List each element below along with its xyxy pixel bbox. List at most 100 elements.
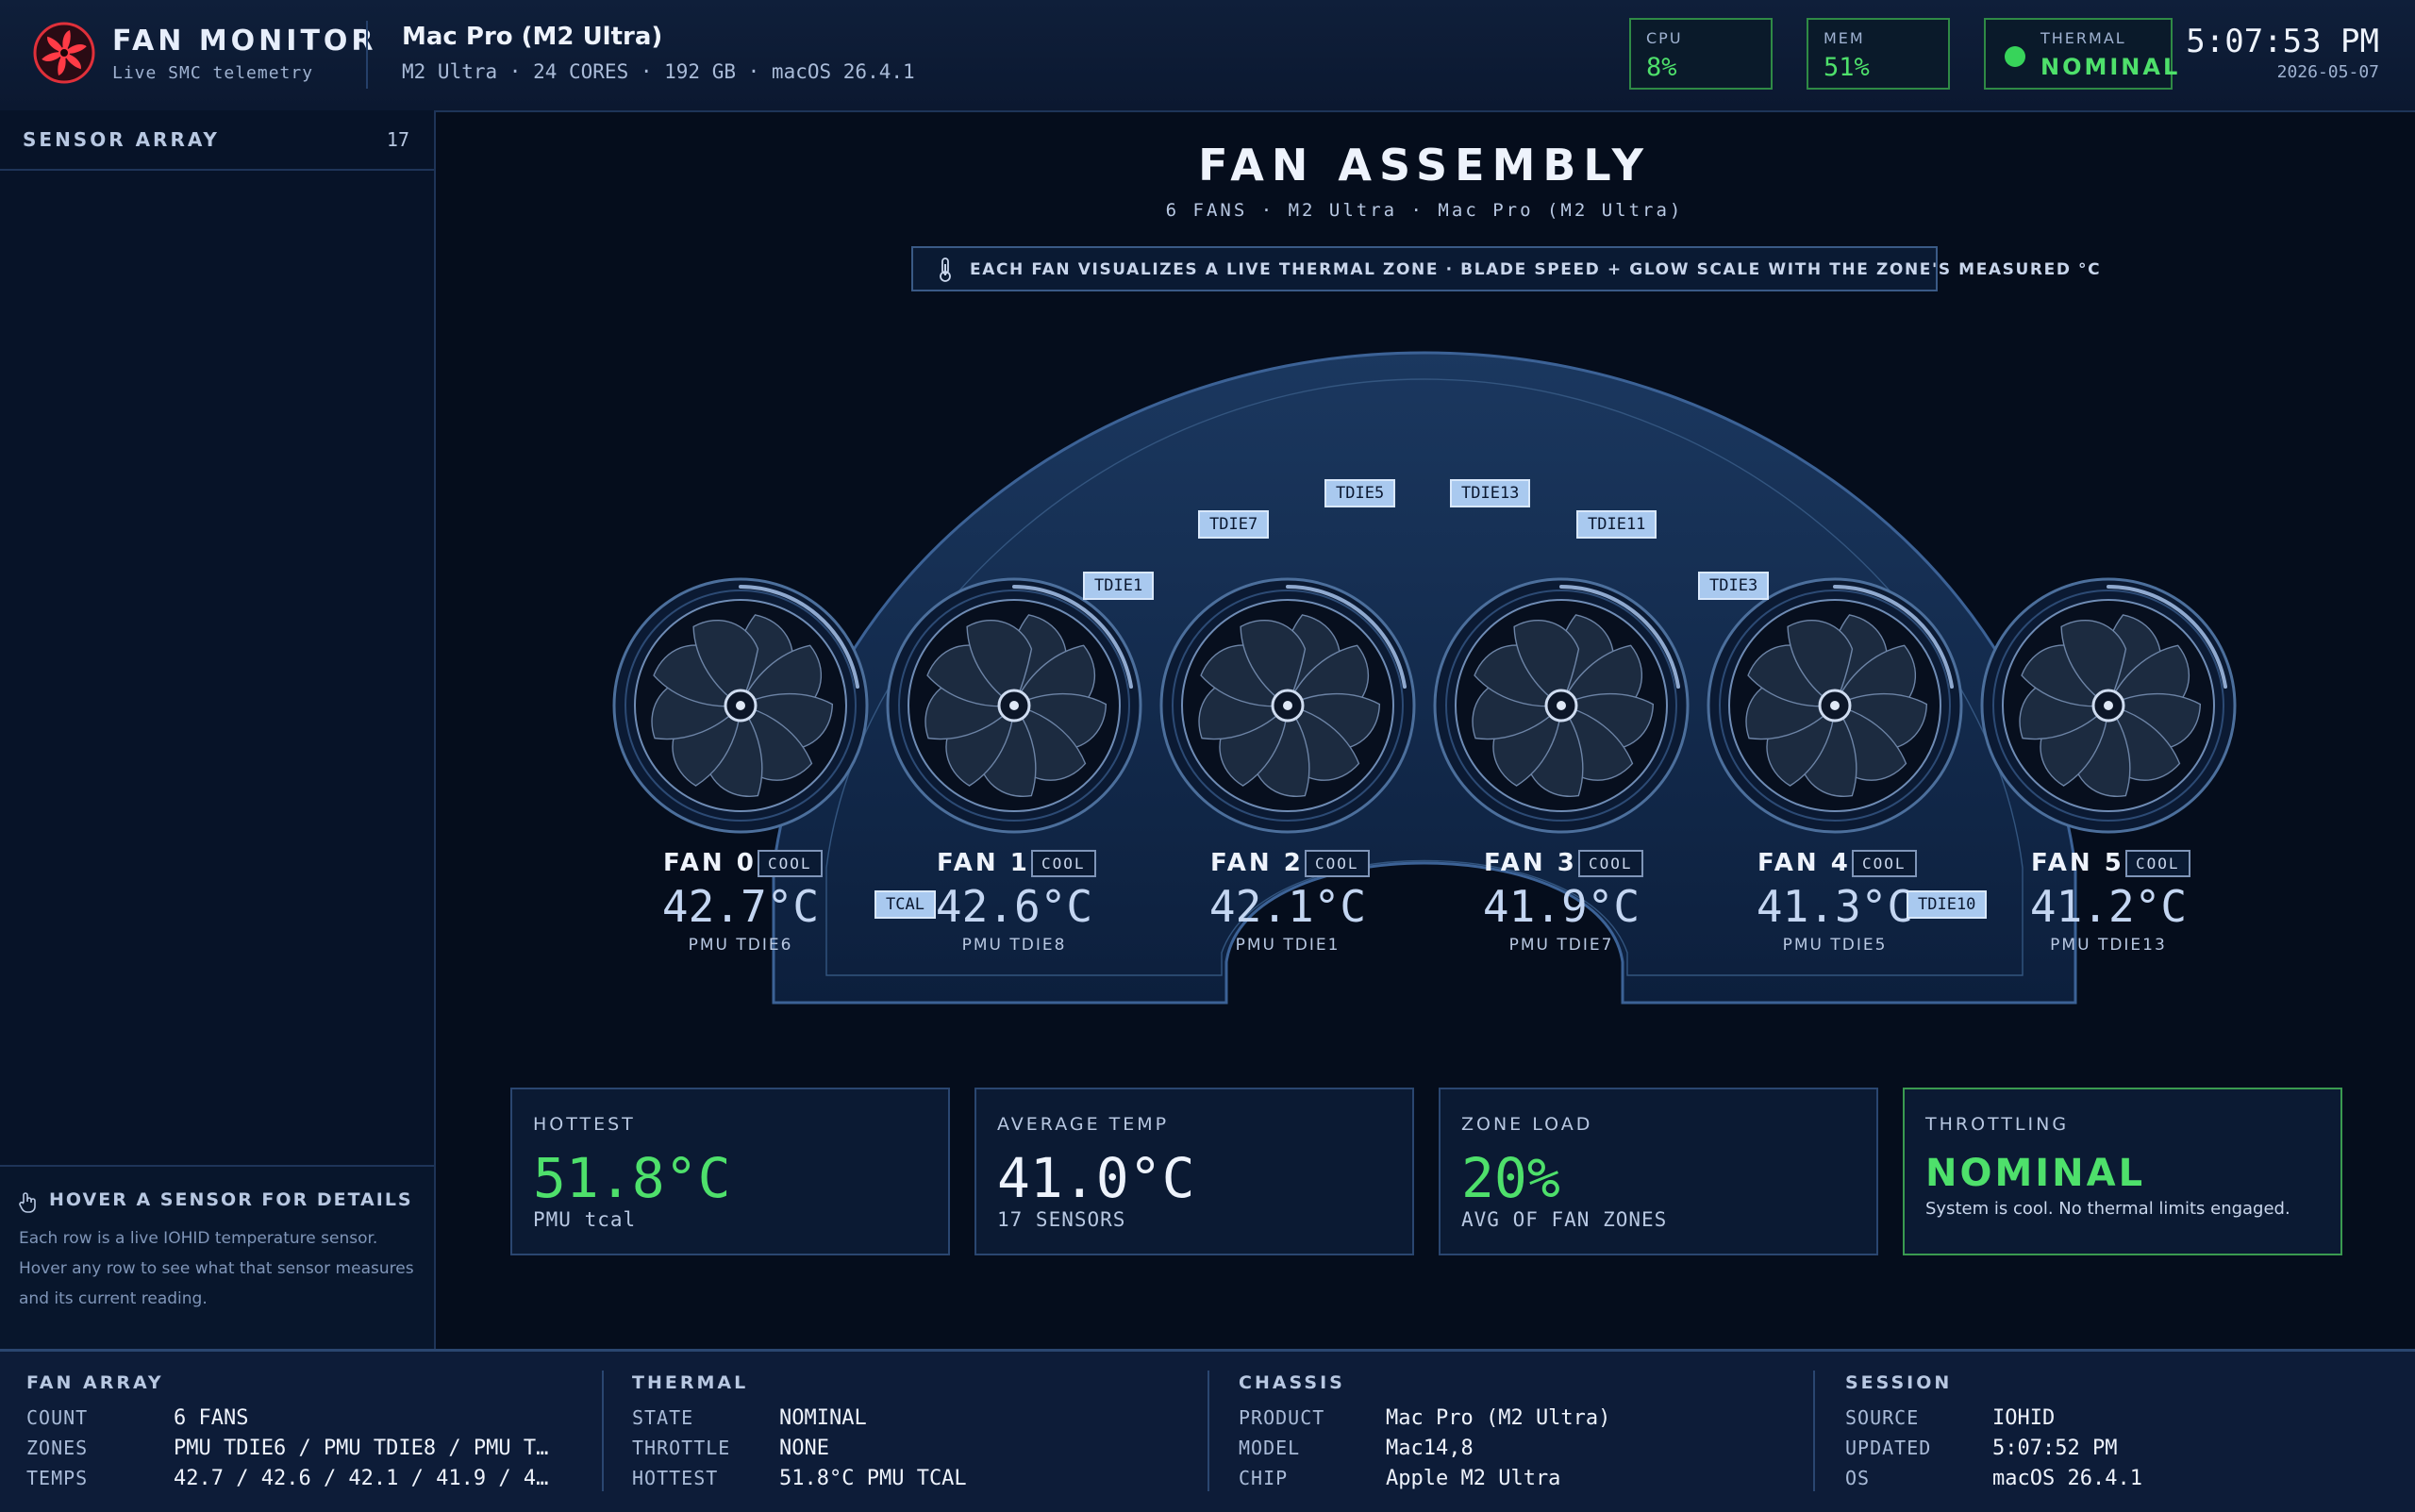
hint-title: HOVER A SENSOR FOR DETAILS	[49, 1189, 413, 1210]
footer-fan-array: FAN ARRAY COUNT 6 FANS ZONES PMU TDIE6 / P…	[26, 1352, 592, 1512]
footer-value: Mac Pro (M2 Ultra)	[1386, 1406, 1611, 1430]
fan-rotor-icon[interactable]	[608, 573, 873, 838]
sensor-chip[interactable]: TDIE3	[1698, 572, 1770, 600]
fan-logo-icon	[33, 22, 95, 84]
footer-divider	[602, 1371, 604, 1491]
footer-row: UPDATED 5:07:52 PM	[1845, 1437, 2411, 1465]
average-temp-card: AVERAGE TEMP 41.0°C 17 SENSORS	[974, 1088, 1414, 1255]
fan-status-badge: COOL	[2125, 850, 2190, 877]
fan-rotor-icon[interactable]	[1156, 573, 1420, 838]
sidebar-title: SENSOR ARRAY	[23, 128, 220, 151]
footer-row: ZONES PMU TDIE6 / PMU TDIE8 / PMU T…	[26, 1437, 592, 1465]
footer-row: CHIP Apple M2 Ultra	[1239, 1467, 1805, 1495]
card-sub: 17 SENSORS	[997, 1208, 1126, 1231]
cpu-stat: CPU 8%	[1629, 18, 1773, 90]
fan-name: FAN 0	[663, 849, 757, 877]
footer-row: STATE NOMINAL	[632, 1406, 1198, 1435]
card-value: 51.8°C	[533, 1146, 731, 1210]
footer-value: IOHID	[1992, 1406, 2056, 1430]
sensor-chip[interactable]: TDIE11	[1576, 510, 1657, 539]
hover-hint-panel: HOVER A SENSOR FOR DETAILS Each row is a…	[0, 1165, 434, 1351]
footer-divider	[1813, 1371, 1815, 1491]
footer-value: 6 FANS	[174, 1406, 249, 1430]
footer-value: 42.7 / 42.6 / 42.1 / 41.9 / 4…	[174, 1467, 549, 1490]
fan-name: FAN 2	[1210, 849, 1304, 877]
fan-name: FAN 1	[937, 849, 1030, 877]
machine-name: Mac Pro (M2 Ultra)	[402, 23, 663, 51]
footer-key: OS	[1845, 1467, 1871, 1489]
card-title: ZONE LOAD	[1461, 1114, 1593, 1135]
machine-meta: M2 Ultra · 24 CORES · 192 GB · macOS 26.…	[402, 60, 915, 83]
footer-key: COUNT	[26, 1406, 89, 1429]
footer-key: HOTTEST	[632, 1467, 719, 1489]
fan-zone-label: PMU TDIE13	[2050, 936, 2167, 955]
footer-thermal: THERMAL STATE NOMINAL THROTTLE NONE HOTTES…	[632, 1352, 1198, 1512]
header-divider	[366, 21, 368, 89]
fan-temperature: 41.9°C	[1482, 881, 1641, 932]
status-dot-icon	[2005, 46, 2025, 67]
page-title: FAN ASSEMBLY	[1198, 140, 1651, 191]
footer-key: PRODUCT	[1239, 1406, 1325, 1429]
footer-section-title: SESSION	[1845, 1372, 1953, 1393]
card-sub: AVG OF FAN ZONES	[1461, 1208, 1668, 1231]
fan-zone-label: PMU TDIE5	[1782, 936, 1888, 955]
sensor-chip[interactable]: TDIE5	[1324, 479, 1396, 507]
thermal-label: THERMAL	[2040, 29, 2126, 47]
footer-key: TEMPS	[26, 1467, 89, 1489]
sensor-chip[interactable]: TCAL	[874, 890, 936, 919]
thermal-stat: THERMAL NOMINAL	[1984, 18, 2177, 90]
footer-row: MODEL Mac14,8	[1239, 1437, 1805, 1465]
fan-rotor-icon[interactable]	[1976, 573, 2240, 838]
fan-rotor-icon[interactable]	[882, 573, 1146, 838]
footer-row: OS macOS 26.4.1	[1845, 1467, 2411, 1495]
fan-rotor-icon[interactable]	[1703, 573, 1967, 838]
mem-value: 51%	[1824, 53, 1870, 82]
thermometer-icon	[940, 258, 951, 282]
fan-name: FAN 4	[1757, 849, 1851, 877]
footer-key: ZONES	[26, 1437, 89, 1459]
footer-row: COUNT 6 FANS	[26, 1406, 592, 1435]
fan-zone-label: PMU TDIE8	[961, 936, 1067, 955]
app-title: FAN MONITOR	[112, 25, 377, 58]
card-title: THROTTLING	[1925, 1114, 2070, 1135]
footer-row: THROTTLE NONE	[632, 1437, 1198, 1465]
fan-status-badge: COOL	[1031, 850, 1096, 877]
fan-temperature: 42.7°C	[661, 881, 820, 932]
footer-row: PRODUCT Mac Pro (M2 Ultra)	[1239, 1406, 1805, 1435]
card-title: HOTTEST	[533, 1114, 636, 1135]
fan-name: FAN 5	[2031, 849, 2124, 877]
footer-value: 5:07:52 PM	[1992, 1437, 2118, 1460]
footer-key: CHIP	[1239, 1467, 1289, 1489]
top-bar: FAN MONITOR Live SMC telemetry Mac Pro (…	[0, 0, 2415, 112]
fan-name: FAN 3	[1484, 849, 1577, 877]
mem-label: MEM	[1824, 29, 1865, 47]
footer-key: SOURCE	[1845, 1406, 1920, 1429]
footer-row: TEMPS 42.7 / 42.6 / 42.1 / 41.9 / 4…	[26, 1467, 592, 1495]
fan-rotor-icon[interactable]	[1429, 573, 1693, 838]
footer-row: HOTTEST 51.8°C PMU TCAL	[632, 1467, 1198, 1495]
page-subtitle: 6 FANS · M2 Ultra · Mac Pro (M2 Ultra)	[1165, 200, 1684, 221]
sensor-chip[interactable]: TDIE7	[1198, 510, 1270, 539]
fan-zone-label: PMU TDIE7	[1508, 936, 1614, 955]
fan-status-badge: COOL	[1305, 850, 1370, 877]
footer-value: NONE	[779, 1437, 829, 1460]
footer-key: UPDATED	[1845, 1437, 1932, 1459]
card-value: NOMINAL	[1925, 1152, 2146, 1195]
thermal-value: NOMINAL	[2040, 54, 2181, 80]
sensor-chip[interactable]: TDIE1	[1083, 572, 1155, 600]
fan-temperature: 42.1°C	[1208, 881, 1367, 932]
footer-session: SESSION SOURCE IOHID UPDATED 5:07:52 PM OS…	[1845, 1352, 2392, 1512]
card-value: 20%	[1461, 1146, 1560, 1210]
clock-date: 2026-05-07	[2276, 62, 2379, 82]
fan-zone-label: PMU TDIE6	[688, 936, 793, 955]
sidebar-header: SENSOR ARRAY 17	[0, 110, 434, 171]
footer-chassis: CHASSIS PRODUCT Mac Pro (M2 Ultra) MODEL M…	[1239, 1352, 1805, 1512]
app-subtitle: Live SMC telemetry	[112, 63, 314, 83]
sensor-chip[interactable]: TDIE13	[1450, 479, 1531, 507]
sensor-chip[interactable]: TDIE10	[1907, 890, 1988, 919]
card-value: 41.0°C	[997, 1146, 1195, 1210]
fan-status-badge: COOL	[1852, 850, 1917, 877]
card-sub: PMU tcal	[533, 1208, 637, 1231]
fan-status-badge: COOL	[1578, 850, 1643, 877]
footer-section-title: THERMAL	[632, 1372, 749, 1393]
